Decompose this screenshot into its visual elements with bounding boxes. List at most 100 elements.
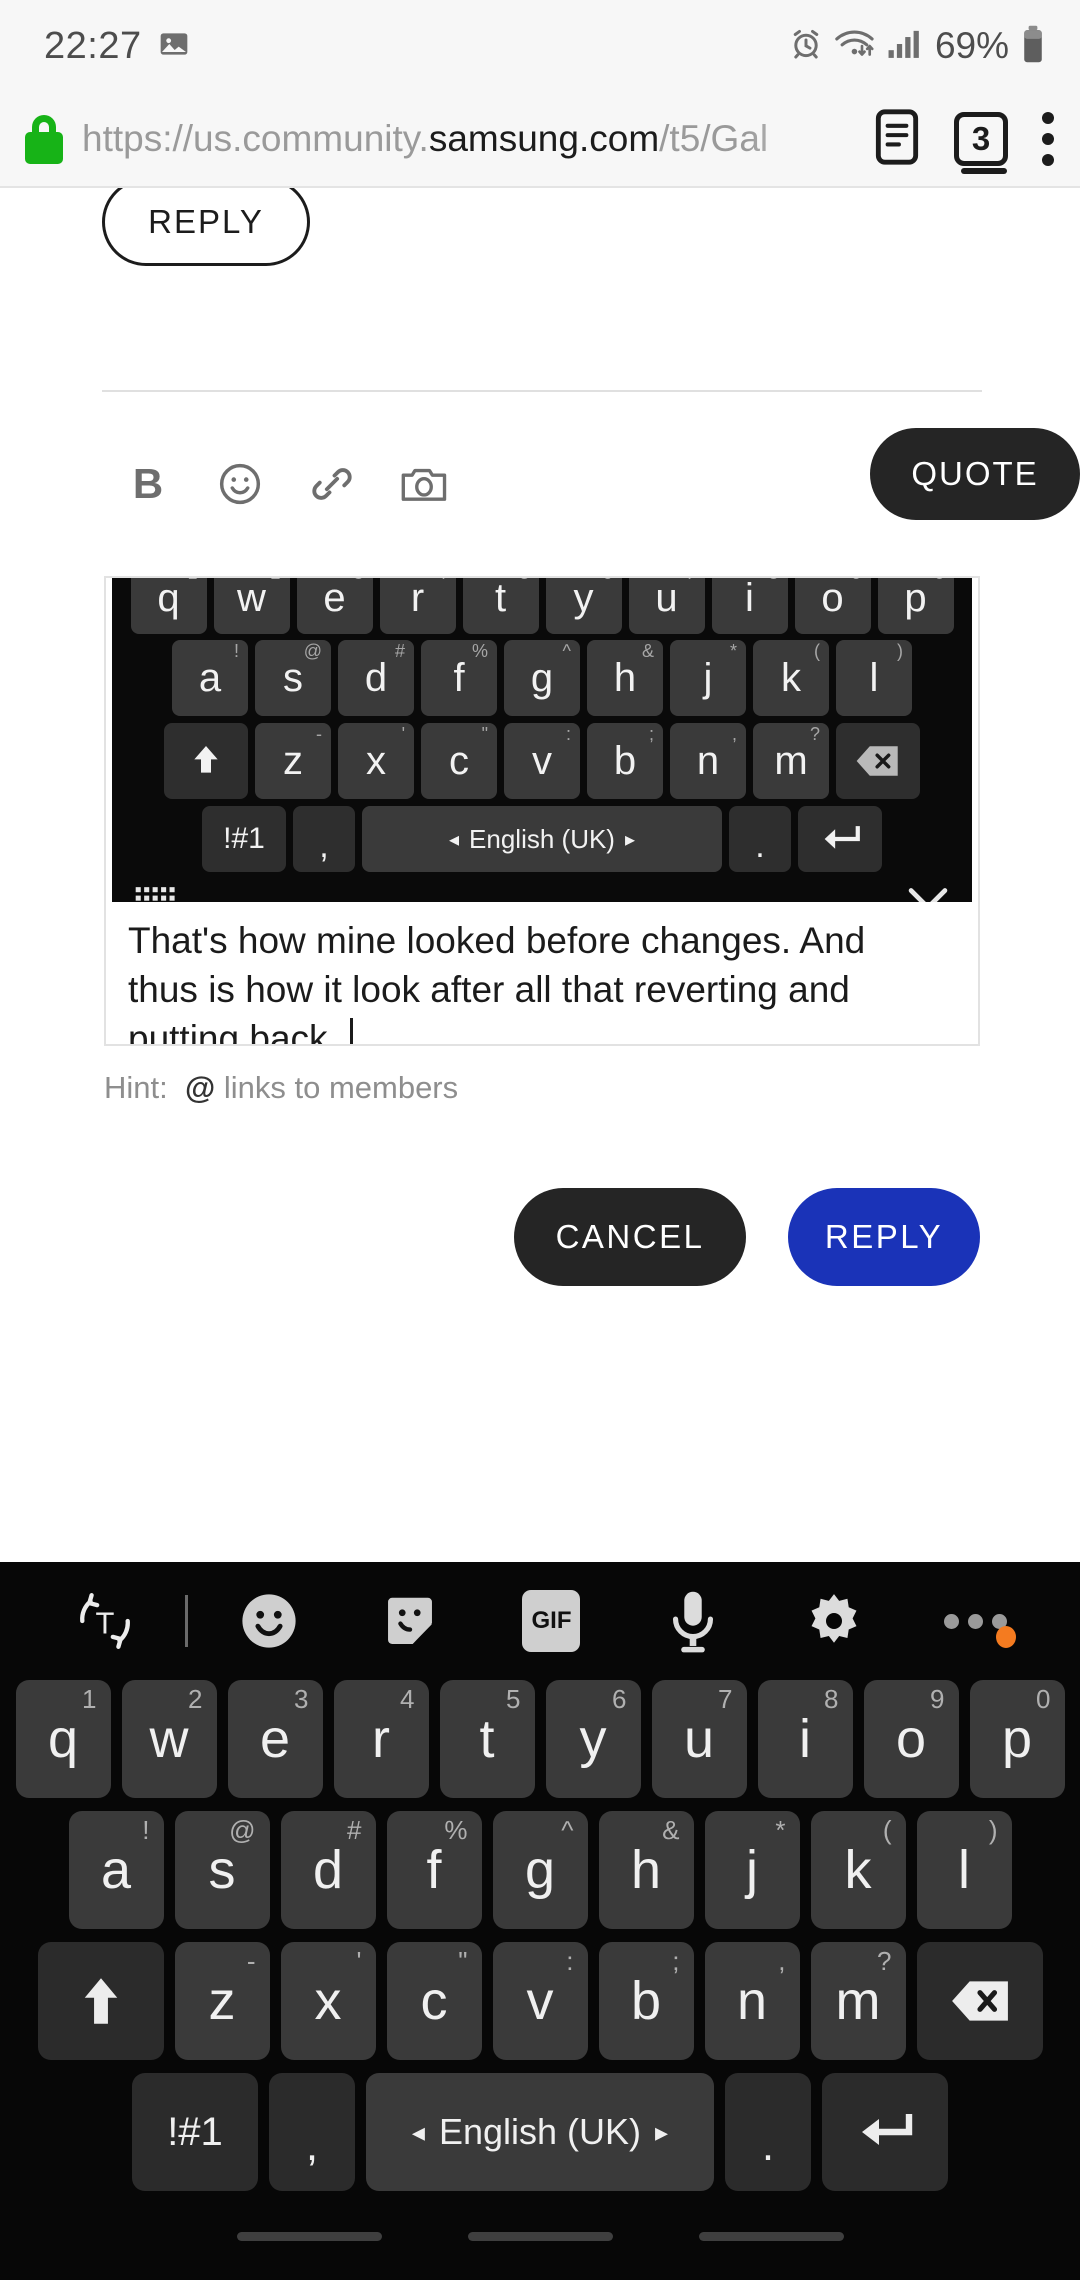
nav-back[interactable] <box>698 2231 844 2241</box>
spacebar[interactable]: ◂ English (UK) ▸ <box>366 2073 714 2191</box>
embedded-space-next-arrow: ▸ <box>624 828 636 851</box>
link-icon[interactable] <box>286 461 378 507</box>
emoji-icon[interactable] <box>198 1590 339 1652</box>
enter-icon[interactable] <box>822 2073 948 2191</box>
key-a[interactable]: ! a <box>68 1811 164 1929</box>
tabs-icon[interactable]: 3 <box>954 112 1008 174</box>
embedded-key-y: 6y <box>545 578 622 634</box>
symbols-key[interactable]: !#1 <box>132 2073 258 2191</box>
embedded-comma-key: , <box>293 806 355 872</box>
key-e[interactable]: 3e <box>227 1680 323 1798</box>
embedded-key-n: ,n <box>670 723 746 799</box>
key-s[interactable]: @ s <box>174 1811 270 1929</box>
notification-dot-icon <box>995 1625 1016 1648</box>
embedded-enter-icon <box>798 806 882 872</box>
keyboard-row-3: -z ' x " c :v ; b ,n ? m <box>8 1942 1072 2060</box>
nav-recents[interactable] <box>236 2231 382 2241</box>
key-w[interactable]: 2w <box>121 1680 217 1798</box>
url-host: samsung.com <box>428 118 660 159</box>
camera-icon[interactable] <box>378 464 470 504</box>
browser-address-bar[interactable]: https://us.community.samsung.com/t5/Gal … <box>0 92 1080 188</box>
overflow-menu-icon[interactable] <box>1042 112 1054 166</box>
keyboard-toolbar: T GIF <box>0 1562 1080 1680</box>
embedded-key-s: @ s <box>255 640 331 716</box>
space-next-language-arrow[interactable]: ▸ <box>655 2117 668 2148</box>
key-n[interactable]: ,n <box>704 1942 800 2060</box>
key-c[interactable]: " c <box>386 1942 482 2060</box>
keyboard-keys: 1q 2w 3e 4r 5t 6y 7u 8i 9o 0p ! a @ s # d %… <box>0 1680 1080 2191</box>
key-l[interactable]: ) l <box>916 1811 1012 1929</box>
key-v[interactable]: :v <box>492 1942 588 2060</box>
embedded-chevron-down-icon <box>906 885 950 902</box>
emoji-icon[interactable] <box>194 462 286 506</box>
key-k[interactable]: (k <box>810 1811 906 1929</box>
embedded-key-r: 4r <box>379 578 456 634</box>
key-r[interactable]: 4r <box>333 1680 429 1798</box>
url-text[interactable]: https://us.community.samsung.com/t5/Gal <box>82 91 856 187</box>
key-i[interactable]: 8i <box>757 1680 853 1798</box>
embedded-key-w: 2w <box>213 578 290 634</box>
cancel-button[interactable]: CANCEL <box>514 1188 746 1286</box>
key-q[interactable]: 1q <box>15 1680 111 1798</box>
editor-hint: Hint: @ links to members <box>104 1070 458 1106</box>
more-dots <box>943 1613 1007 1629</box>
embedded-key-o: 9o <box>794 578 871 634</box>
embedded-key-d: # d <box>338 640 414 716</box>
embedded-key-t: 5t <box>462 578 539 634</box>
url-path: /t5/Gal <box>659 118 769 159</box>
key-g[interactable]: ^ g <box>492 1811 588 1929</box>
web-page-content: REPLY B QUOTE 1q 2w 3e <box>0 188 1080 1562</box>
toolbar-divider <box>185 1595 189 1647</box>
comma-key[interactable]: , <box>269 2073 355 2191</box>
space-prev-language-arrow[interactable]: ◂ <box>412 2117 425 2148</box>
message-line-3: putting back . <box>128 1014 956 1044</box>
message-line-1: That's how mine looked before changes. A… <box>128 920 866 961</box>
url-scheme: https://us.community. <box>82 118 429 159</box>
embedded-keyboard-row-4: !#1 , ◂ English (UK) ▸ . <box>118 806 966 872</box>
backspace-icon[interactable] <box>916 1942 1043 2060</box>
shift-icon[interactable] <box>37 1942 164 2060</box>
key-j[interactable]: * j <box>704 1811 800 1929</box>
post-reply-button[interactable]: REPLY <box>102 188 310 266</box>
embedded-keyboard-row-1: 1q 2w 3e 4r 5t 6y 7u 8i 9o 0p <box>118 578 966 634</box>
settings-gear-icon[interactable] <box>763 1590 904 1652</box>
gif-label: GIF <box>522 1590 581 1652</box>
embedded-keyboard-bottom-bar <box>112 872 972 902</box>
key-x[interactable]: ' x <box>280 1942 376 2060</box>
message-line-2: thus is how it look after all that rever… <box>128 969 850 1011</box>
key-h[interactable]: & h <box>598 1811 694 1929</box>
key-o[interactable]: 9o <box>863 1680 959 1798</box>
gif-icon[interactable]: GIF <box>481 1590 622 1652</box>
key-d[interactable]: # d <box>280 1811 376 1929</box>
sticker-icon[interactable] <box>340 1590 481 1652</box>
translate-icon[interactable]: T <box>34 1588 175 1654</box>
period-key[interactable]: . <box>725 2073 811 2191</box>
embedded-symbols-key: !#1 <box>202 806 286 872</box>
embedded-key-i: 8i <box>711 578 788 634</box>
key-m[interactable]: ? m <box>810 1942 906 2060</box>
key-b[interactable]: ; b <box>598 1942 694 2060</box>
key-p[interactable]: 0p <box>969 1680 1065 1798</box>
key-z[interactable]: -z <box>174 1942 270 2060</box>
more-options-icon[interactable] <box>905 1613 1046 1648</box>
embedded-key-f: % f <box>421 640 497 716</box>
reply-composer[interactable]: 1q 2w 3e 4r 5t 6y 7u 8i 9o 0p !a @s <box>104 576 980 1046</box>
status-bar-right: 69% <box>789 25 1046 68</box>
embedded-period-key: . <box>729 806 791 872</box>
key-u[interactable]: 7u <box>651 1680 747 1798</box>
nav-home[interactable] <box>467 2231 613 2241</box>
reply-submit-button[interactable]: REPLY <box>788 1188 980 1286</box>
key-t[interactable]: 5t <box>439 1680 535 1798</box>
key-f[interactable]: % f <box>386 1811 482 1929</box>
reply-message-text[interactable]: That's how mine looked before changes. A… <box>106 902 978 1044</box>
quote-button[interactable]: QUOTE <box>870 428 1080 520</box>
status-bar-left: 22:27 <box>44 25 190 68</box>
key-y[interactable]: 6y <box>545 1680 641 1798</box>
embedded-key-v: :v <box>504 723 580 799</box>
at-symbol-icon: @ <box>184 1070 216 1105</box>
reader-mode-icon[interactable] <box>874 108 920 170</box>
microphone-icon[interactable] <box>622 1588 763 1654</box>
bold-icon[interactable]: B <box>102 460 194 508</box>
clock: 22:27 <box>44 24 142 67</box>
embedded-key-q: 1q <box>130 578 207 634</box>
